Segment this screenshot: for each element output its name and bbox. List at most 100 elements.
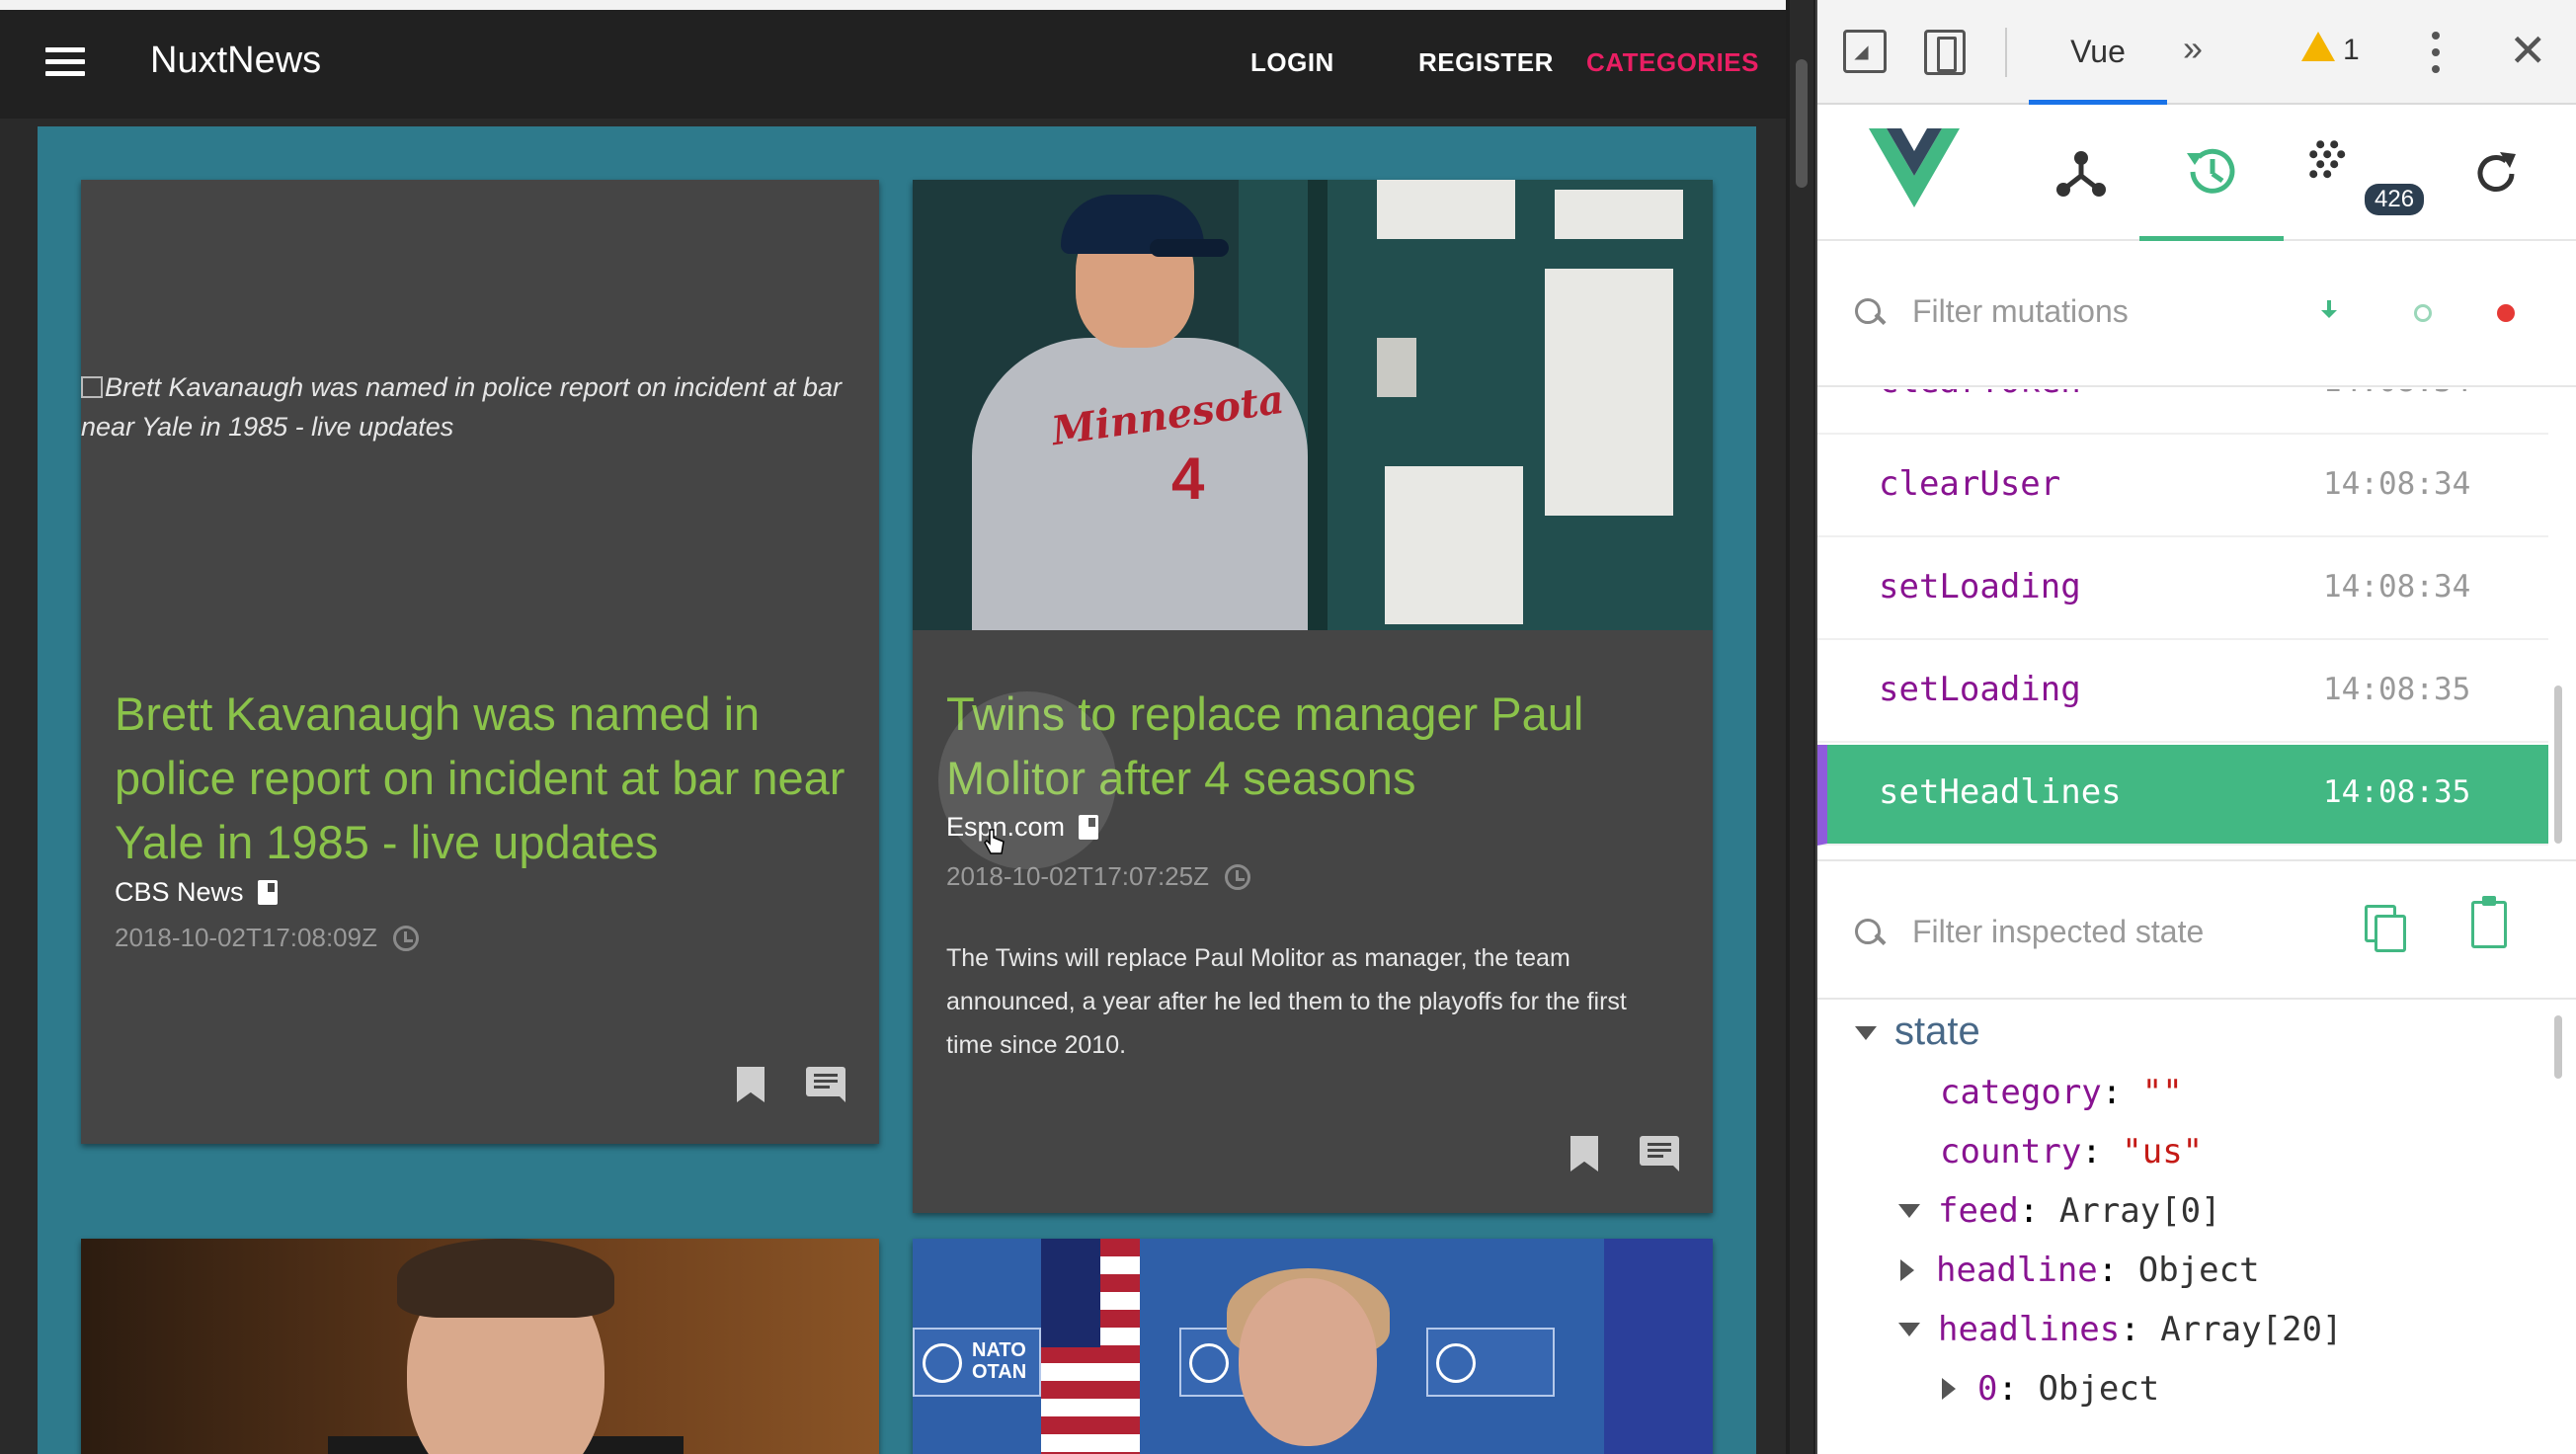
- broken-image-icon: [81, 376, 103, 398]
- expand-caret-icon[interactable]: [1855, 1026, 1877, 1040]
- mutation-row[interactable]: clearToken 14:08:34: [1817, 389, 2548, 435]
- article-photo: Minnesota 4: [913, 180, 1713, 630]
- mutation-time: 14:08:34: [2323, 569, 2471, 605]
- expand-caret-icon[interactable]: [1898, 1204, 1920, 1218]
- state-scrollbar[interactable]: [2554, 1015, 2562, 1079]
- mutation-filter-bar: [1817, 243, 2576, 387]
- article-photo: [81, 1239, 879, 1454]
- browser-top-strip: [0, 0, 1786, 10]
- news-card: Minnesota 4 Twins to replace manager Pau…: [913, 180, 1713, 1213]
- login-button[interactable]: LOGIN: [1250, 47, 1334, 78]
- bookmark-icon[interactable]: [737, 1067, 765, 1102]
- mutation-name: clearToken: [1879, 389, 2081, 401]
- mutation-name: setLoading: [1879, 567, 2081, 606]
- jersey-number: 4: [1171, 445, 1205, 512]
- search-icon: [1855, 298, 1885, 328]
- copy-icon[interactable]: [2365, 905, 2406, 952]
- warnings-counter[interactable]: 1: [2301, 32, 2360, 71]
- clipboard-icon[interactable]: [2471, 896, 2507, 948]
- state-value[interactable]: "": [2142, 1073, 2183, 1112]
- register-button[interactable]: REGISTER: [1418, 47, 1554, 78]
- comment-icon[interactable]: [1640, 1136, 1679, 1171]
- alarm-icon: [1224, 864, 1250, 890]
- collapse-caret-icon[interactable]: [1942, 1378, 1956, 1400]
- document-icon[interactable]: [257, 880, 278, 905]
- state-entry: country: "us": [1940, 1132, 2204, 1171]
- state-value[interactable]: "us": [2122, 1132, 2203, 1171]
- commit-all-icon[interactable]: [2319, 300, 2339, 324]
- history-icon: [2187, 148, 2235, 194]
- app-scrollbar[interactable]: [1790, 0, 1813, 1454]
- vuex-tab[interactable]: [2139, 107, 2284, 241]
- card-actions: [1570, 1136, 1679, 1171]
- state-value: Array[0]: [2058, 1191, 2221, 1231]
- source-row: CBS News: [115, 877, 278, 908]
- menu-icon[interactable]: [45, 47, 85, 76]
- published-date: 2018-10-02T17:07:25Z: [946, 861, 1209, 891]
- news-card: [81, 1239, 879, 1454]
- headline-title[interactable]: Twins to replace manager Paul Molitor af…: [946, 682, 1677, 810]
- news-app: NuxtNews LOGIN REGISTER CATEGORIES Brett…: [0, 0, 1786, 1454]
- mutation-name: setLoading: [1879, 670, 2081, 709]
- state-entry[interactable]: feed: Array[0]: [1898, 1191, 2221, 1231]
- filter-state-input[interactable]: [1912, 907, 2327, 956]
- collapse-caret-icon[interactable]: [1900, 1259, 1914, 1281]
- components-tab[interactable]: [2009, 107, 2153, 241]
- state-key: headlines: [1938, 1310, 2121, 1349]
- image-alt-text: Brett Kavanaugh was named in police repo…: [81, 372, 842, 442]
- categories-button[interactable]: CATEGORIES: [1586, 47, 1759, 78]
- close-icon[interactable]: ✕: [2509, 24, 2547, 77]
- state-entry: category: "": [1940, 1073, 2183, 1112]
- mutation-time: 14:08:34: [2323, 466, 2471, 502]
- search-icon: [1855, 919, 1885, 948]
- mutation-name: clearUser: [1879, 464, 2061, 504]
- alarm-icon: [392, 926, 419, 951]
- state-key: country: [1940, 1132, 2082, 1171]
- events-icon: [2309, 140, 2346, 179]
- mutation-scrollbar[interactable]: [2554, 686, 2562, 844]
- mutation-row[interactable]: clearUser 14:08:34: [1817, 437, 2548, 537]
- more-tabs-icon[interactable]: »: [2183, 28, 2203, 69]
- more-options-icon[interactable]: [2430, 32, 2440, 73]
- state-entry[interactable]: headlines: Array[20]: [1898, 1310, 2342, 1349]
- tab-vue[interactable]: Vue: [2029, 0, 2167, 105]
- events-tab[interactable]: [2272, 107, 2416, 241]
- refresh-icon: [2477, 152, 2516, 192]
- state-key: 0: [1977, 1369, 1998, 1409]
- record-icon[interactable]: [2497, 304, 2515, 322]
- mutation-row-selected[interactable]: setHeadlines 14:08:35: [1817, 745, 2548, 846]
- mutation-time: 14:08:34: [2323, 389, 2470, 399]
- expand-caret-icon[interactable]: [1898, 1323, 1920, 1336]
- device-toolbar-icon[interactable]: [1924, 30, 1966, 75]
- state-entry[interactable]: 0: Object: [1942, 1369, 2159, 1409]
- state-key: headline: [1936, 1251, 2098, 1290]
- mutation-row[interactable]: setLoading 14:08:34: [1817, 539, 2548, 640]
- mutation-time: 14:08:35: [2323, 672, 2471, 707]
- state-node[interactable]: state: [1855, 1010, 1980, 1054]
- nato-sign-text: NATO OTAN: [972, 1339, 1027, 1383]
- comment-icon[interactable]: [806, 1067, 845, 1102]
- state-key: category: [1940, 1073, 2102, 1112]
- published-date: 2018-10-02T17:08:09Z: [115, 923, 377, 952]
- revert-all-icon[interactable]: [2414, 304, 2432, 322]
- components-icon: [2056, 151, 2106, 197]
- headline-title[interactable]: Brett Kavanaugh was named in police repo…: [115, 682, 845, 874]
- state-entry[interactable]: headline: Object: [1900, 1251, 2260, 1290]
- published-row: 2018-10-02T17:07:25Z: [946, 861, 1250, 892]
- document-icon[interactable]: [1079, 815, 1099, 840]
- inspect-element-icon[interactable]: [1843, 30, 1887, 73]
- state-filter-bar: [1817, 859, 2576, 1000]
- state-label: state: [1894, 1010, 1980, 1053]
- mutation-row[interactable]: setLoading 14:08:35: [1817, 642, 2548, 743]
- filter-mutations-input[interactable]: [1912, 286, 2288, 336]
- source-name: Espn.com: [946, 812, 1066, 842]
- article-description: The Twins will replace Paul Molitor as m…: [946, 944, 1627, 1059]
- bookmark-icon[interactable]: [1570, 1136, 1598, 1171]
- article-photo: NATO OTAN: [913, 1239, 1713, 1454]
- published-row: 2018-10-02T17:08:09Z: [115, 923, 419, 953]
- refresh-tab[interactable]: [2424, 107, 2568, 241]
- mutation-list: clearToken 14:08:34 clearUser 14:08:34 s…: [1817, 389, 2576, 849]
- events-count-badge: 426: [2365, 184, 2425, 215]
- devtools-panel: Vue » 1 ✕ 426 Filter mutations clearUser…: [1817, 0, 2576, 1454]
- card-actions: [737, 1067, 845, 1102]
